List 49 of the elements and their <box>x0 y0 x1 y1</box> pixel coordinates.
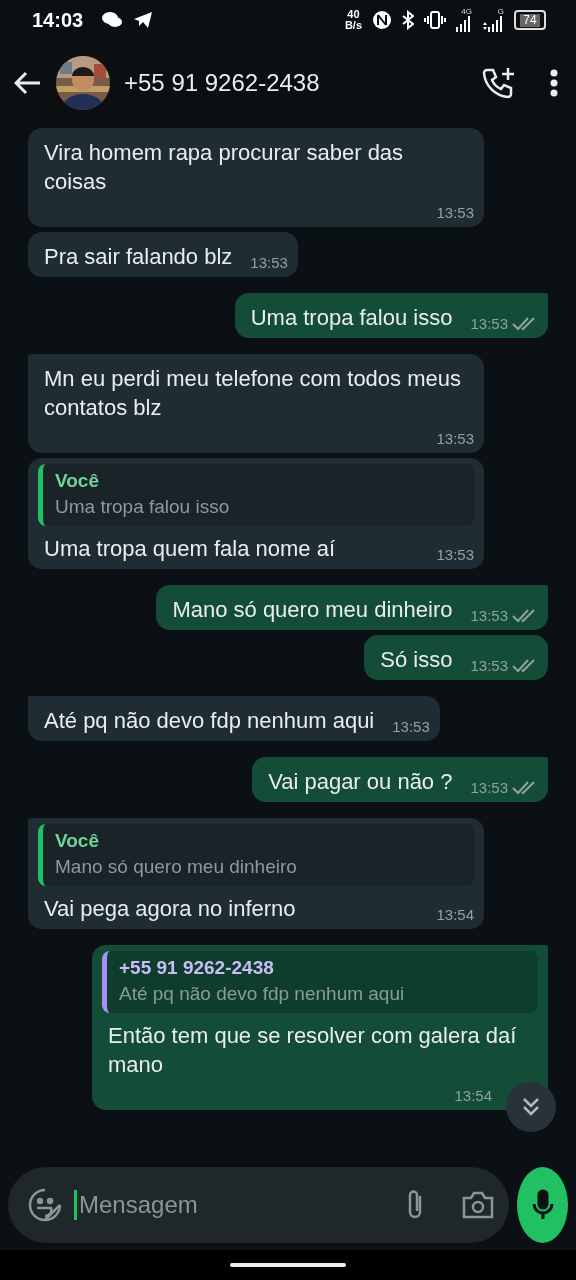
quote-author: Você <box>55 830 100 852</box>
quote-author: Você <box>55 470 100 492</box>
message-input[interactable]: Mensagem <box>77 1190 391 1220</box>
message-text: Vai pagar ou não ? <box>267 768 454 796</box>
message-time: 13:53 <box>470 779 508 796</box>
message-text: Então tem que se resolver com galera daí mano <box>107 1022 518 1079</box>
battery-icon: 74 <box>514 10 546 30</box>
quote-text: Até pq não devo fdp nenhum aqui <box>119 983 406 1005</box>
network-type: 4G <box>461 8 472 16</box>
network-speed: 40 B/s <box>344 9 362 31</box>
incoming-message[interactable]: Pra sair falando blz 13:53 <box>28 232 298 277</box>
outgoing-message[interactable]: +55 91 9262-2438 Até pq não devo fdp nenhum aqui Então tem que se resolver com galera daí mano 13:54 <box>92 945 548 1110</box>
quote-text: Mano só quero meu dinheiro <box>55 856 298 878</box>
quote-author: +55 91 9262-2438 <box>119 957 275 979</box>
incoming-message[interactable]: Mn eu perdi meu telefone com todos meus contatos blz 13:53 <box>28 354 484 453</box>
message-text: Mn eu perdi meu telefone com todos meus contatos blz <box>43 365 462 422</box>
outgoing-message[interactable]: Vai pagar ou não ? 13:53 <box>252 757 548 802</box>
quoted-message[interactable]: Você Mano só quero meu dinheiro <box>38 824 474 886</box>
quoted-message[interactable]: Você Uma tropa falou isso <box>38 464 474 526</box>
message-text: Vira homem rapa procurar saber das coisas <box>43 139 405 196</box>
message-time: 13:53 <box>470 657 508 674</box>
message-time: 13:53 <box>392 718 430 735</box>
quote-text: Uma tropa falou isso <box>55 496 231 518</box>
message-text: Uma tropa falou isso <box>249 304 454 332</box>
message-time: 13:53 <box>436 430 474 447</box>
outgoing-message[interactable]: Uma tropa falou isso 13:53 <box>234 293 548 338</box>
message-text: Até pq não devo fdp nenhum aqui <box>43 707 376 735</box>
message-time: 13:53 <box>436 546 474 563</box>
outgoing-message[interactable]: Mano só quero meu dinheiro 13:53 <box>156 585 548 630</box>
message-time: 13:53 <box>436 204 474 221</box>
message-text: Vai pega agora no inferno <box>43 895 297 923</box>
message-time: 13:53 <box>470 607 508 624</box>
message-time: 13:53 <box>250 254 288 271</box>
message-time: 13:54 <box>454 1087 492 1104</box>
incoming-message[interactable]: Você Mano só quero meu dinheiro Vai pega agora no inferno 13:54 <box>28 818 484 929</box>
message-text: Pra sair falando blz <box>43 243 234 271</box>
message-text: Mano só quero meu dinheiro <box>171 596 454 624</box>
incoming-message[interactable]: Até pq não devo fdp nenhum aqui 13:53 <box>28 696 440 741</box>
message-time: 13:54 <box>436 906 474 923</box>
network-type: G <box>497 8 504 16</box>
incoming-message[interactable]: Você Uma tropa falou isso Uma tropa quem fala nome aí 13:53 <box>28 458 484 569</box>
status-time: 14:03 <box>32 8 84 32</box>
contact-title[interactable]: +55 91 9262-2438 <box>124 69 320 97</box>
quoted-message[interactable]: +55 91 9262-2438 Até pq não devo fdp nenhum aqui <box>102 951 538 1013</box>
message-text: Só isso <box>379 646 454 674</box>
outgoing-message[interactable]: Só isso 13:53 <box>364 635 548 680</box>
message-text: Uma tropa quem fala nome aí <box>43 535 337 563</box>
message-time: 13:53 <box>470 315 508 332</box>
incoming-message[interactable]: Vira homem rapa procurar saber das coisas 13:53 <box>28 128 484 227</box>
